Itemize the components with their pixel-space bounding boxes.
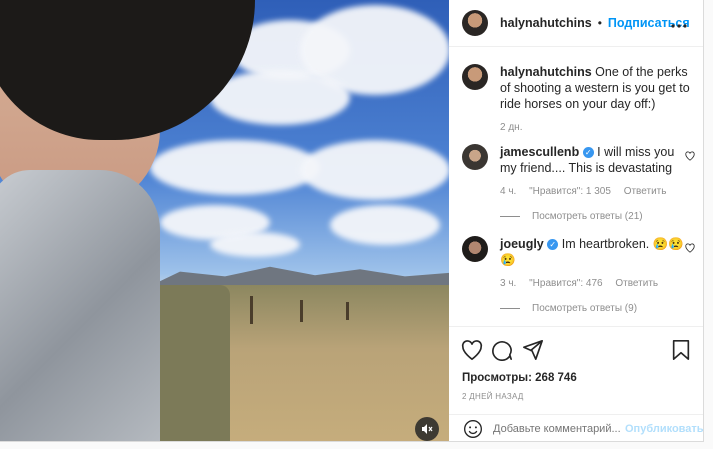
add-comment-row: Опубликовать [449,414,704,442]
avatar[interactable] [462,236,488,262]
post-modal: halynahutchins • Подписаться halynahutch… [0,0,704,442]
caption-username[interactable]: halynahutchins [500,65,592,79]
comment-username[interactable]: jamescullenb [500,145,579,159]
view-replies-label: Посмотреть ответы (21) [532,211,643,222]
scarf [0,170,160,441]
reply-button[interactable]: Ответить [624,186,667,197]
comment-username[interactable]: joeugly [500,237,544,251]
post-header: halynahutchins • Подписаться [449,0,703,47]
avatar[interactable] [462,10,488,36]
caption: halynahutchins One of the perks of shoot… [462,64,690,133]
view-replies-button[interactable]: Посмотреть ответы (9) [500,303,690,314]
comment-icon[interactable] [491,339,515,363]
publish-button[interactable]: Опубликовать [625,423,704,435]
view-replies-label: Посмотреть ответы (9) [532,303,638,314]
post-side-panel: halynahutchins • Подписаться halynahutch… [449,0,704,442]
comment-item: jamescullenb ✓ I will miss you my friend… [462,144,695,222]
heart-icon[interactable] [685,242,695,256]
post-date[interactable]: 2 ДНЕЙ НАЗАД [462,392,524,401]
views-count[interactable]: Просмотры: 268 746 [462,372,577,384]
verified-icon: ✓ [582,147,594,158]
reply-button[interactable]: Ответить [615,278,658,289]
smile-icon[interactable] [463,419,483,439]
avatar[interactable] [462,64,488,90]
caption-time[interactable]: 2 дн. [500,122,522,133]
verified-icon: ✓ [547,239,559,250]
heart-icon[interactable] [461,339,485,363]
black-hat [0,0,255,140]
separator-dot: • [597,16,602,30]
heart-icon[interactable] [685,150,695,164]
comment-time[interactable]: 4 ч. [500,186,516,197]
author-username[interactable]: halynahutchins [500,16,592,30]
post-video[interactable] [0,0,449,441]
bookmark-icon[interactable] [671,339,695,363]
view-replies-button[interactable]: Посмотреть ответы (21) [500,211,690,222]
comment-item: joeugly ✓ Im heartbroken. 😢😢😢 3 ч. "Нрав… [462,236,695,314]
share-icon[interactable] [522,339,546,363]
more-icon[interactable] [671,12,687,33]
comment-input[interactable] [493,422,621,435]
mute-icon[interactable] [415,417,439,441]
comment-likes[interactable]: "Нравится": 476 [529,278,602,289]
avatar[interactable] [462,144,488,170]
mountains [150,266,449,286]
action-bar [449,326,703,377]
comments-list[interactable]: halynahutchins One of the perks of shoot… [449,47,703,325]
comment-time[interactable]: 3 ч. [500,278,516,289]
comment-likes[interactable]: "Нравится": 1 305 [529,186,611,197]
